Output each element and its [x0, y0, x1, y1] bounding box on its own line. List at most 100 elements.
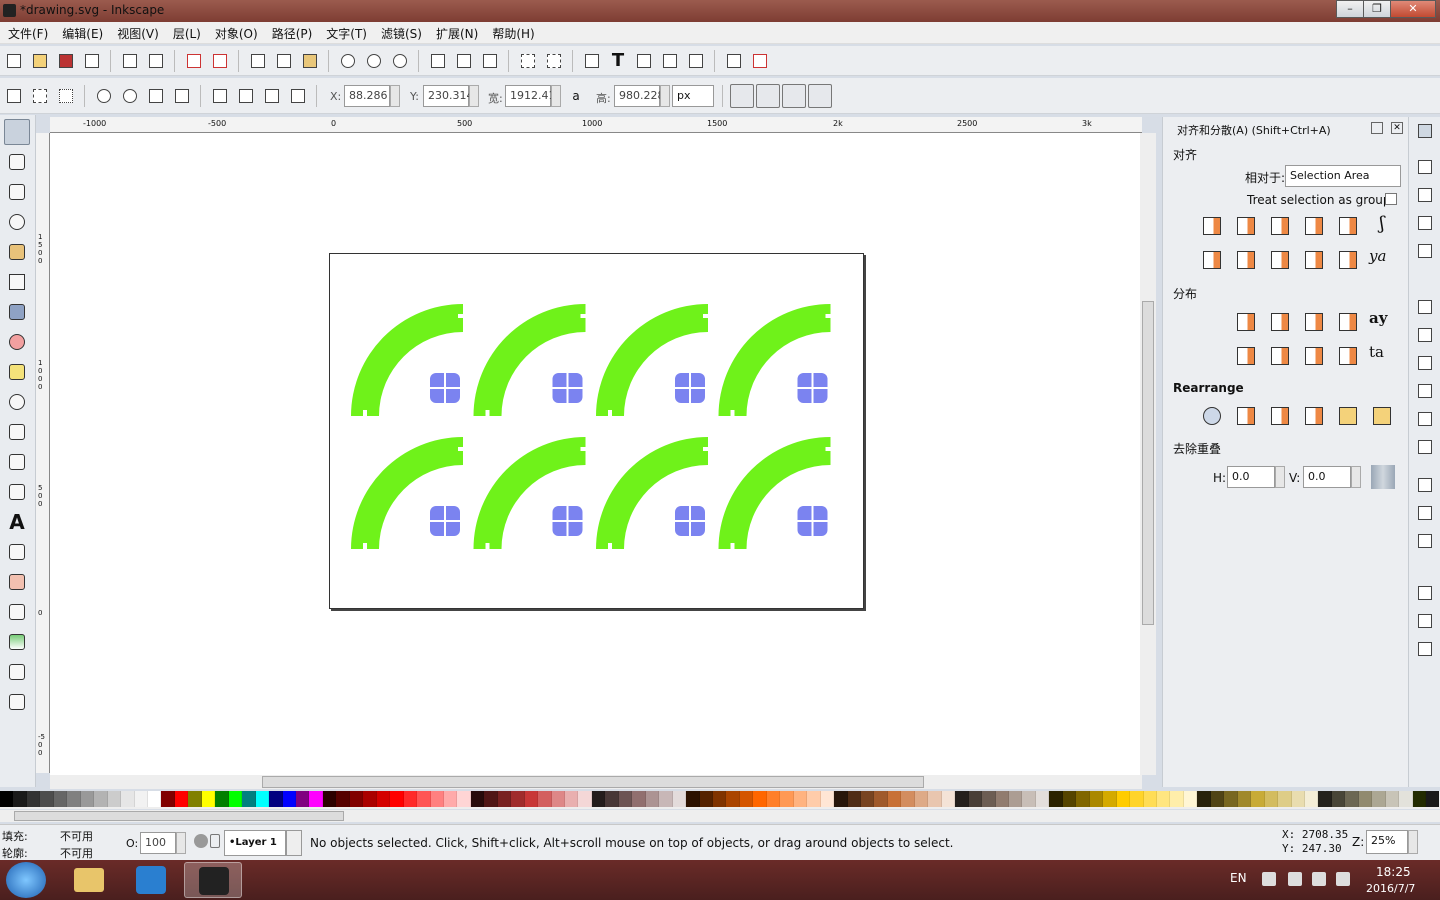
menu-help[interactable]: 帮助(H) — [484, 22, 540, 42]
color-swatch[interactable] — [874, 791, 888, 807]
color-swatch[interactable] — [1008, 791, 1023, 807]
color-swatch[interactable] — [766, 791, 781, 807]
restore-button[interactable]: ❐ — [1363, 0, 1391, 18]
distribute-centers-vertical-icon[interactable] — [1267, 343, 1293, 369]
align-top-icon[interactable] — [1233, 247, 1259, 273]
tweak-tool-icon[interactable] — [4, 179, 30, 205]
spray-tool-icon[interactable] — [4, 539, 30, 565]
color-swatch[interactable] — [1345, 791, 1359, 807]
clock-date[interactable]: 2016/7/7 — [1366, 882, 1415, 895]
color-swatch[interactable] — [147, 791, 162, 807]
height-input[interactable]: 980.228 — [614, 85, 665, 107]
raise-to-top-icon[interactable] — [288, 86, 308, 106]
clone-icon[interactable] — [454, 51, 474, 71]
color-swatch[interactable] — [1251, 791, 1265, 807]
x-input[interactable]: 88.286 — [344, 85, 390, 107]
vertical-scrollbar[interactable] — [1140, 133, 1156, 775]
color-swatch[interactable] — [914, 791, 929, 807]
color-swatch[interactable] — [121, 791, 135, 807]
lower-icon[interactable] — [236, 86, 256, 106]
preferences-icon[interactable] — [724, 51, 744, 71]
dropper-tool-icon[interactable] — [4, 659, 30, 685]
color-swatch[interactable] — [995, 791, 1009, 807]
cut-icon[interactable] — [274, 51, 294, 71]
eraser-tool-icon[interactable] — [4, 569, 30, 595]
drawing-artwork[interactable] — [330, 254, 865, 610]
snap-bbox-icon[interactable] — [1415, 157, 1435, 177]
opacity-input[interactable]: 100 — [140, 832, 176, 854]
distribute-gaps-vertical-icon[interactable] — [1335, 343, 1361, 369]
color-swatch[interactable] — [753, 791, 767, 807]
snap-nodes-icon[interactable] — [1415, 297, 1435, 317]
color-swatch[interactable] — [1426, 791, 1440, 807]
start-button[interactable] — [6, 862, 46, 898]
color-swatch[interactable] — [551, 791, 566, 807]
node-tool-icon[interactable] — [4, 149, 30, 175]
measure-tool-icon[interactable] — [4, 239, 30, 265]
align-top-to-bottom-icon[interactable] — [1335, 247, 1361, 273]
color-swatch[interactable] — [807, 791, 821, 807]
duplicate-icon[interactable] — [428, 51, 448, 71]
menu-layer[interactable]: 层(L) — [165, 22, 207, 42]
color-swatch[interactable] — [376, 791, 391, 807]
rectangle-tool-icon[interactable] — [4, 269, 30, 295]
align-distribute-icon[interactable] — [686, 51, 706, 71]
color-swatch[interactable] — [457, 791, 471, 807]
color-swatch[interactable] — [1103, 791, 1117, 807]
color-swatch[interactable] — [739, 791, 754, 807]
ellipse-tool-icon[interactable] — [4, 329, 30, 355]
copy-icon[interactable] — [248, 51, 268, 71]
color-swatch[interactable] — [1264, 791, 1279, 807]
menu-filters[interactable]: 滤镜(S) — [373, 22, 428, 42]
color-swatch[interactable] — [524, 791, 539, 807]
explorer-taskbar-icon[interactable] — [60, 862, 118, 898]
horizontal-scroll-thumb[interactable] — [262, 776, 924, 788]
layer-lock-icon[interactable] — [210, 834, 220, 848]
color-swatch[interactable] — [1318, 791, 1332, 807]
color-swatch[interactable] — [295, 791, 310, 807]
color-swatch[interactable] — [659, 791, 673, 807]
ime-icon[interactable] — [1262, 872, 1276, 886]
color-swatch[interactable] — [1412, 791, 1427, 807]
text-font-icon[interactable]: T — [608, 51, 628, 71]
transform-gradients-icon[interactable] — [782, 84, 806, 108]
exchange-z-order-icon[interactable] — [1267, 403, 1293, 429]
color-swatch[interactable] — [403, 791, 418, 807]
save-icon[interactable] — [56, 51, 76, 71]
color-swatch[interactable] — [941, 791, 956, 807]
color-swatch[interactable] — [632, 791, 646, 807]
group-icon[interactable] — [518, 51, 538, 71]
overlap-v-spinner[interactable] — [1351, 466, 1361, 488]
color-palette[interactable] — [0, 791, 1440, 809]
color-swatch[interactable] — [511, 791, 525, 807]
snap-bbox-corners-icon[interactable] — [1415, 213, 1435, 233]
menu-object[interactable]: 对象(O) — [207, 22, 264, 42]
cloud-app-taskbar-icon[interactable] — [122, 862, 180, 898]
menu-view[interactable]: 视图(V) — [109, 22, 165, 42]
snap-bbox-midpoints-icon[interactable] — [1415, 241, 1435, 261]
color-swatch[interactable] — [1331, 791, 1346, 807]
color-swatch[interactable] — [538, 791, 552, 807]
new-document-icon[interactable] — [4, 51, 24, 71]
volume-icon[interactable] — [1312, 872, 1326, 886]
opacity-spinner[interactable] — [176, 832, 186, 854]
x-spinner[interactable] — [390, 85, 400, 107]
color-swatch[interactable] — [565, 791, 579, 807]
raise-icon[interactable] — [262, 86, 282, 106]
snap-intersections-icon[interactable] — [1415, 353, 1435, 373]
ungroup-icon[interactable] — [544, 51, 564, 71]
minimize-button[interactable]: – — [1336, 0, 1364, 18]
color-swatch[interactable] — [390, 791, 404, 807]
menu-extensions[interactable]: 扩展(N) — [428, 22, 484, 42]
align-text-anchor-icon[interactable]: ʃ — [1369, 213, 1395, 239]
color-swatch[interactable] — [1183, 791, 1198, 807]
height-spinner[interactable] — [660, 85, 670, 107]
color-swatch[interactable] — [982, 791, 996, 807]
color-swatch[interactable] — [928, 791, 942, 807]
flip-vertical-icon[interactable] — [172, 86, 192, 106]
unit-select[interactable]: px — [672, 85, 714, 107]
color-swatch[interactable] — [780, 791, 794, 807]
star-tool-icon[interactable] — [4, 359, 30, 385]
color-swatch[interactable] — [1062, 791, 1077, 807]
paint-bucket-tool-icon[interactable] — [4, 599, 30, 625]
